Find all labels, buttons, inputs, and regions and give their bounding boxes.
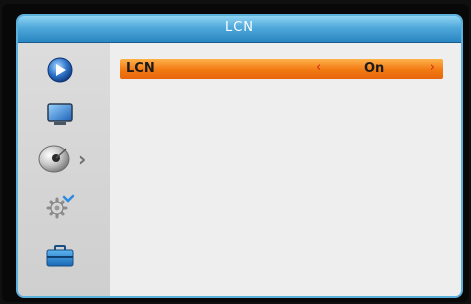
setting-row-lcn[interactable]: LCN ‹ On ›: [120, 59, 443, 79]
sidebar-item-play[interactable]: [42, 55, 78, 85]
sidebar-item-settings[interactable]: [42, 193, 78, 223]
toolbox-icon: [46, 245, 74, 267]
menu-title: LCN: [224, 20, 255, 35]
sidebar-item-satellite[interactable]: ›: [36, 143, 94, 173]
play-icon: [47, 57, 73, 83]
setting-label: LCN: [126, 61, 155, 76]
tv-screen: LCN › LCN ‹ On ›: [2, 4, 469, 302]
satellite-dish-icon: [38, 145, 70, 173]
menu-body: › LCN ‹ On ›: [18, 43, 461, 296]
sidebar-item-tv[interactable]: [42, 99, 78, 129]
selected-indicator-icon: ›: [78, 147, 87, 171]
title-bar: LCN: [18, 16, 461, 43]
menu-window: LCN › LCN ‹ On ›: [16, 14, 463, 298]
sidebar-item-toolbox[interactable]: [42, 241, 78, 271]
arrow-left-icon[interactable]: ‹: [316, 60, 321, 75]
tv-icon: [47, 103, 73, 125]
setting-value: On: [364, 61, 385, 76]
arrow-right-icon[interactable]: ›: [430, 60, 435, 75]
settings-gear-icon: [46, 194, 75, 219]
settings-panel: LCN ‹ On ›: [110, 43, 461, 296]
sidebar: ›: [18, 43, 110, 296]
